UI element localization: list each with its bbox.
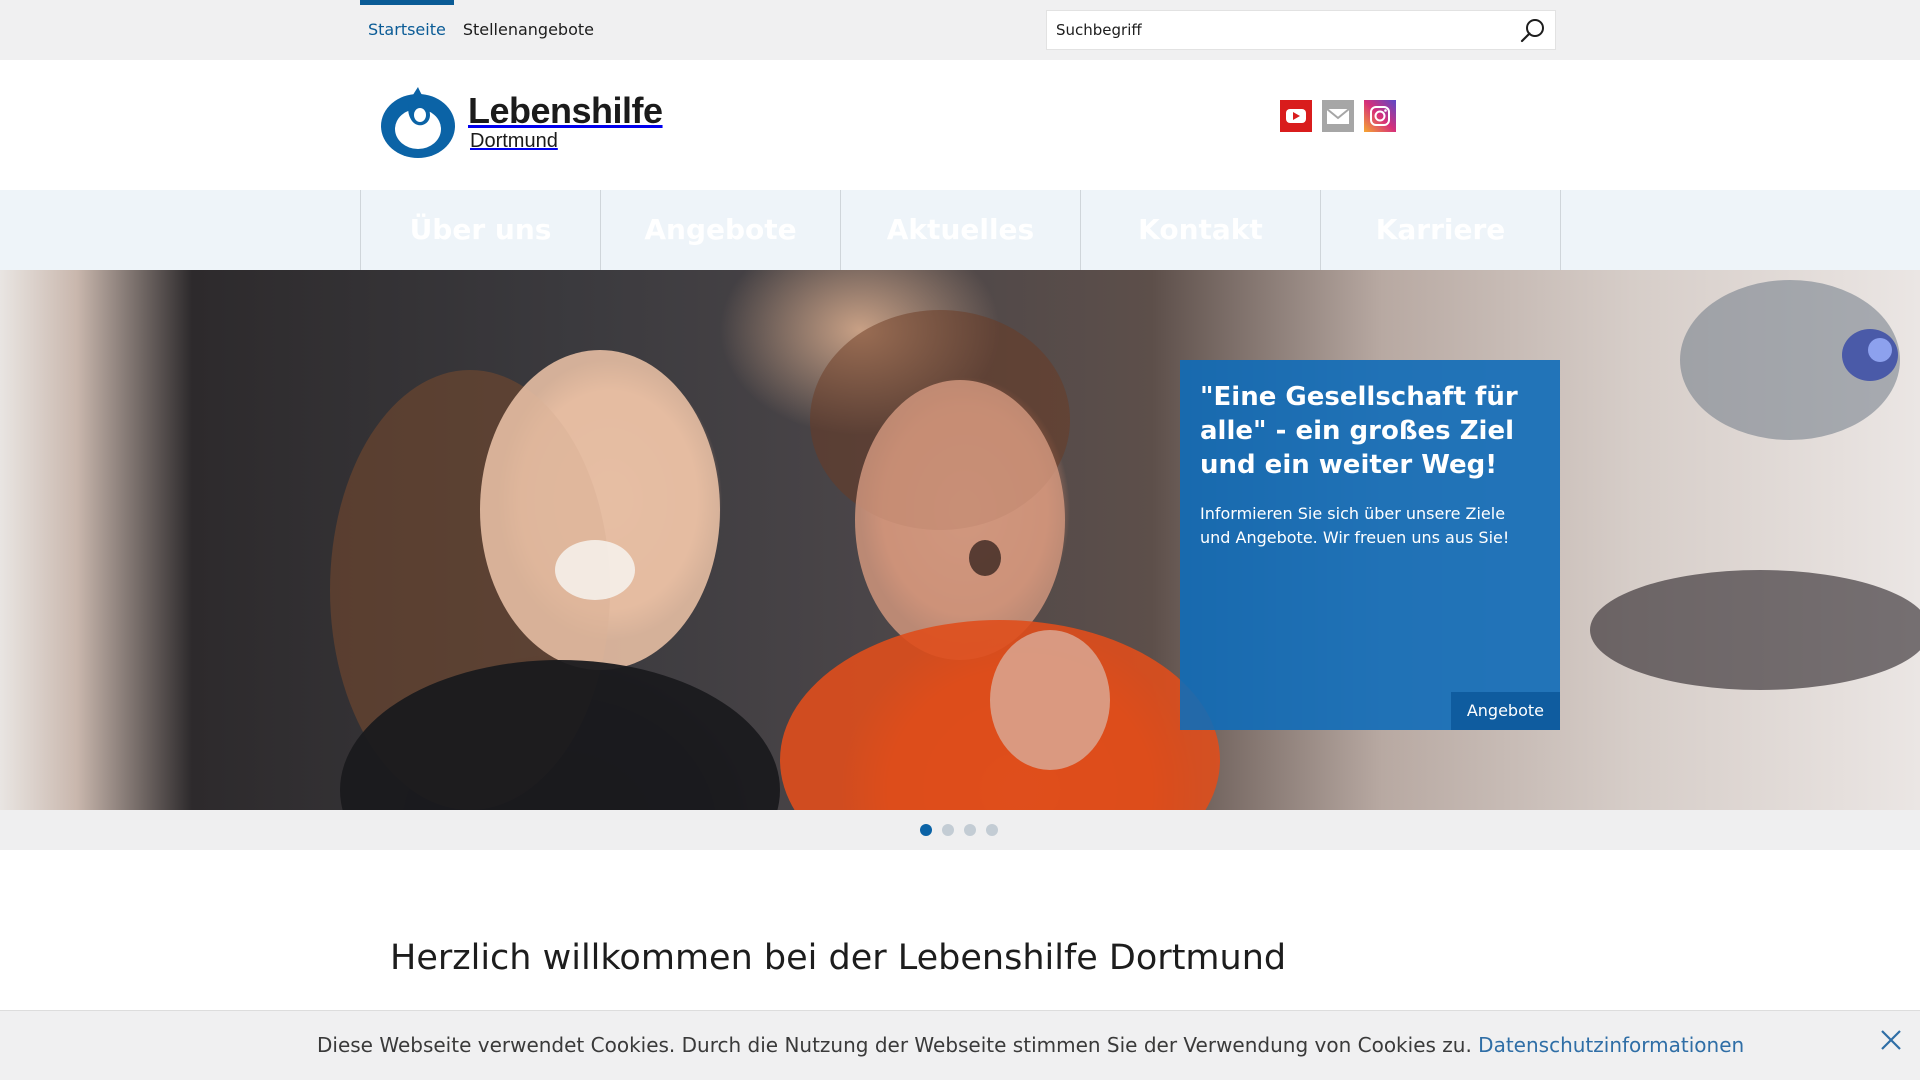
mainnav-karriere[interactable]: Karriere: [1321, 190, 1561, 270]
slider-dot[interactable]: [964, 824, 976, 836]
hero-image: [330, 280, 1920, 810]
slider-dot[interactable]: [920, 824, 932, 836]
slider-dot[interactable]: [942, 824, 954, 836]
logo-mark: [381, 87, 455, 158]
hero-slider: "Eine Gesellschaft für alle" - ein große…: [0, 270, 1920, 810]
mainnav-ueber-uns[interactable]: Über uns: [361, 190, 601, 270]
logo-name: Lebenshilfe: [468, 90, 663, 131]
slider-dot[interactable]: [986, 824, 998, 836]
logo[interactable]: Lebenshilfe Dortmund: [378, 82, 678, 162]
mainnav-kontakt[interactable]: Kontakt: [1081, 190, 1321, 270]
instagram-icon[interactable]: [1364, 100, 1396, 132]
slider-dots-bar: [0, 810, 1920, 850]
social-links: [1280, 100, 1396, 132]
hero-text: Informieren Sie sich über unsere Ziele u…: [1200, 504, 1510, 547]
close-icon[interactable]: [1876, 1025, 1906, 1055]
privacy-link[interactable]: Datenschutzinformationen: [1478, 1033, 1744, 1057]
page-heading: Herzlich willkommen bei der Lebenshilfe …: [390, 938, 1287, 978]
logo-text: Lebenshilfe Dortmund: [468, 90, 663, 153]
top-navigation: Startseite Stellenangebote: [360, 0, 603, 60]
youtube-icon[interactable]: [1280, 100, 1312, 132]
search-input[interactable]: [1047, 11, 1487, 49]
mainnav-aktuelles[interactable]: Aktuelles: [841, 190, 1081, 270]
logo-city: Dortmund: [470, 130, 558, 152]
main-navigation: Über uns Angebote Aktuelles Kontakt Karr…: [0, 190, 1920, 270]
topnav-startseite[interactable]: Startseite: [360, 0, 454, 60]
cookie-text: Diese Webseite verwendet Cookies. Durch …: [317, 1033, 1479, 1057]
mainnav-angebote[interactable]: Angebote: [601, 190, 841, 270]
cookie-text-line: Diese Webseite verwendet Cookies. Durch …: [317, 1033, 1744, 1057]
hero-card: "Eine Gesellschaft für alle" - ein große…: [1180, 360, 1560, 730]
cookie-banner: Diese Webseite verwendet Cookies. Durch …: [0, 1010, 1920, 1080]
site-header: Lebenshilfe Dortmund: [0, 60, 1920, 190]
hero-title: "Eine Gesellschaft für alle" - ein große…: [1200, 382, 1518, 480]
top-bar: Startseite Stellenangebote: [0, 0, 1920, 60]
topnav-stellenangebote[interactable]: Stellenangebote: [455, 0, 602, 60]
search-icon[interactable]: [1519, 17, 1547, 45]
slider-dots: [920, 824, 998, 836]
email-icon[interactable]: [1322, 100, 1354, 132]
hero-angebote-button[interactable]: Angebote: [1450, 692, 1560, 730]
search-box: [1046, 10, 1556, 50]
